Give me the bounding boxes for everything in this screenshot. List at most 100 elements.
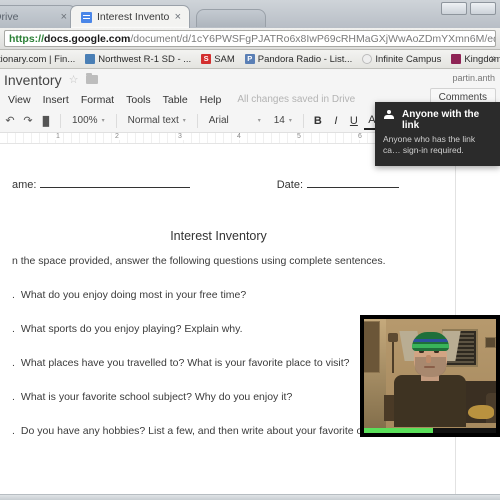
address-bar[interactable]: https://docs.google.com/document/d/1cY6P… (4, 30, 496, 47)
webcam-progress-fill (364, 428, 433, 434)
question-text: What sports do you enjoy playing? Explai… (20, 323, 243, 335)
google-docs-favicon (81, 11, 92, 23)
wall-picture (485, 337, 496, 348)
toolbar-separator (115, 113, 117, 128)
person-nose (426, 355, 431, 363)
menu-insert[interactable]: Insert (37, 94, 75, 106)
sam-icon: S (201, 54, 212, 64)
menu-view[interactable]: View (2, 94, 37, 106)
date-label: Date: (276, 179, 303, 191)
folder-icon[interactable] (86, 73, 99, 84)
toolbar-separator (196, 113, 198, 128)
infinite-campus-icon (362, 54, 373, 64)
webcam-progress-bar[interactable] (364, 428, 496, 434)
bookmarks-overflow-icon[interactable]: » (490, 53, 496, 64)
question-text: What is your favorite school subject? Wh… (20, 391, 293, 403)
bookmark-dictionary[interactable]: tionary.com | Fin... (0, 54, 80, 65)
save-status: All changes saved in Drive (237, 94, 356, 105)
undo-icon[interactable]: ↶ (2, 112, 18, 130)
person-mouth (424, 366, 435, 368)
document-heading: Interest Inventory (170, 229, 267, 243)
docs-header: Inventory ☆ partin.anth (0, 69, 500, 90)
page-bottom-edge (0, 494, 500, 500)
maximize-button[interactable] (470, 2, 496, 15)
question-number: . (12, 391, 15, 403)
tab-title: gle Drive (0, 11, 19, 23)
bookmark-label: tionary.com | Fin... (0, 53, 76, 65)
school-icon (85, 54, 96, 64)
paragraph-style-value: Normal text (127, 115, 179, 126)
toolbar-separator (60, 113, 61, 128)
menu-tools[interactable]: Tools (120, 94, 157, 106)
browser-window: gle Drive × Interest Inventory - Googl ×… (0, 0, 500, 500)
tooltip-title: Anyone with the link (402, 109, 480, 131)
font-family-dropdown[interactable]: Arial (204, 112, 256, 130)
ruler-mark-4: 4 (235, 133, 243, 140)
person-coat (394, 375, 466, 427)
redo-icon[interactable]: ↷ (20, 112, 36, 130)
question-number: . (12, 425, 15, 437)
document-title[interactable]: Inventory (2, 72, 62, 88)
url-host: docs.google.com (44, 32, 131, 45)
hat-stripe-blue (412, 339, 449, 342)
browser-tab-google-drive[interactable]: gle Drive × (0, 5, 76, 28)
chevron-down-icon: ▾ (288, 118, 292, 124)
tab-title: Interest Inventory - Googl (97, 11, 170, 23)
bookmark-label: SAM (214, 53, 235, 65)
minimize-button[interactable] (441, 2, 467, 15)
ruler-mark-3: 3 (176, 133, 184, 140)
zoom-level-value: 100% (72, 115, 98, 126)
webcam-scene (360, 315, 500, 437)
bold-button[interactable]: B (310, 112, 326, 130)
url-scheme: https:// (9, 32, 44, 45)
ruler-mark-5: 5 (295, 133, 303, 140)
webcam-video-overlay[interactable] (360, 315, 500, 437)
bookmark-pandora-radio[interactable]: P Pandora Radio - List... (240, 54, 358, 65)
bookmarks-bar: tionary.com | Fin... Northwest R-1 SD - … (0, 50, 500, 69)
chevron-down-icon: ▾ (182, 118, 186, 124)
name-blank-line (40, 177, 191, 188)
paragraph-style-dropdown[interactable]: Normal text ▾ (123, 112, 191, 130)
ruler-mark-1: 1 (54, 133, 62, 140)
name-field-group: ame: (12, 177, 191, 191)
chevron-down-icon: ▾ (101, 118, 105, 124)
paint-format-icon[interactable]: █ (38, 112, 54, 130)
tooltip-body: Anyone who has the link ca… sign-in requ… (383, 134, 476, 156)
star-icon[interactable]: ☆ (69, 73, 79, 86)
people-icon (383, 110, 395, 122)
zoom-level-dropdown[interactable]: 100% ▾ (67, 112, 110, 130)
document-intro-text: n the space provided, answer the followi… (12, 255, 386, 267)
font-size-dropdown[interactable]: 14 ▾ (269, 112, 297, 130)
bookmark-label: Pandora Radio - List... (257, 53, 353, 65)
question-number: . (12, 323, 15, 335)
bookmark-label: Infinite Campus (375, 53, 442, 65)
question-item-1: . What do you enjoy doing most in your f… (12, 289, 425, 301)
bookmark-infinite-campus[interactable]: Infinite Campus (357, 54, 446, 65)
account-email[interactable]: partin.anth (452, 73, 495, 83)
question-number: . (12, 357, 15, 369)
tab-close-icon[interactable]: × (175, 11, 181, 23)
url-path: /document/d/1cY6PWSFgPJATRo6x8IwP69cRHMa… (130, 32, 496, 45)
tab-close-icon[interactable]: × (61, 11, 67, 23)
dog (468, 405, 494, 419)
question-number: . (12, 289, 15, 301)
menu-table[interactable]: Table (157, 94, 194, 106)
underline-button[interactable]: U (346, 112, 362, 130)
toolbar-separator (302, 113, 304, 128)
person-beanie-hat (412, 332, 449, 351)
italic-button[interactable]: I (328, 112, 344, 130)
bookmark-northwest-r1-sd[interactable]: Northwest R-1 SD - ... (80, 54, 196, 65)
question-text: What places have you travelled to? What … (20, 357, 350, 369)
share-permission-tooltip: Anyone with the link Anyone who has the … (375, 102, 500, 166)
navigation-bar: https://docs.google.com/document/d/1cY6P… (0, 28, 500, 50)
question-text: Do you have any hobbies? List a few, and… (20, 425, 377, 437)
browser-tab-interest-inventory[interactable]: Interest Inventory - Googl × (70, 5, 190, 28)
tooltip-header-row: Anyone with the link (383, 109, 492, 131)
bookmark-sam[interactable]: S SAM (196, 54, 240, 65)
date-blank-line (307, 177, 399, 188)
new-tab-button[interactable] (196, 9, 266, 27)
menu-help[interactable]: Help (194, 94, 228, 106)
chevron-down-icon[interactable]: ▾ (258, 117, 261, 124)
question-text: What do you enjoy doing most in your fre… (20, 289, 247, 301)
menu-format[interactable]: Format (75, 94, 120, 106)
